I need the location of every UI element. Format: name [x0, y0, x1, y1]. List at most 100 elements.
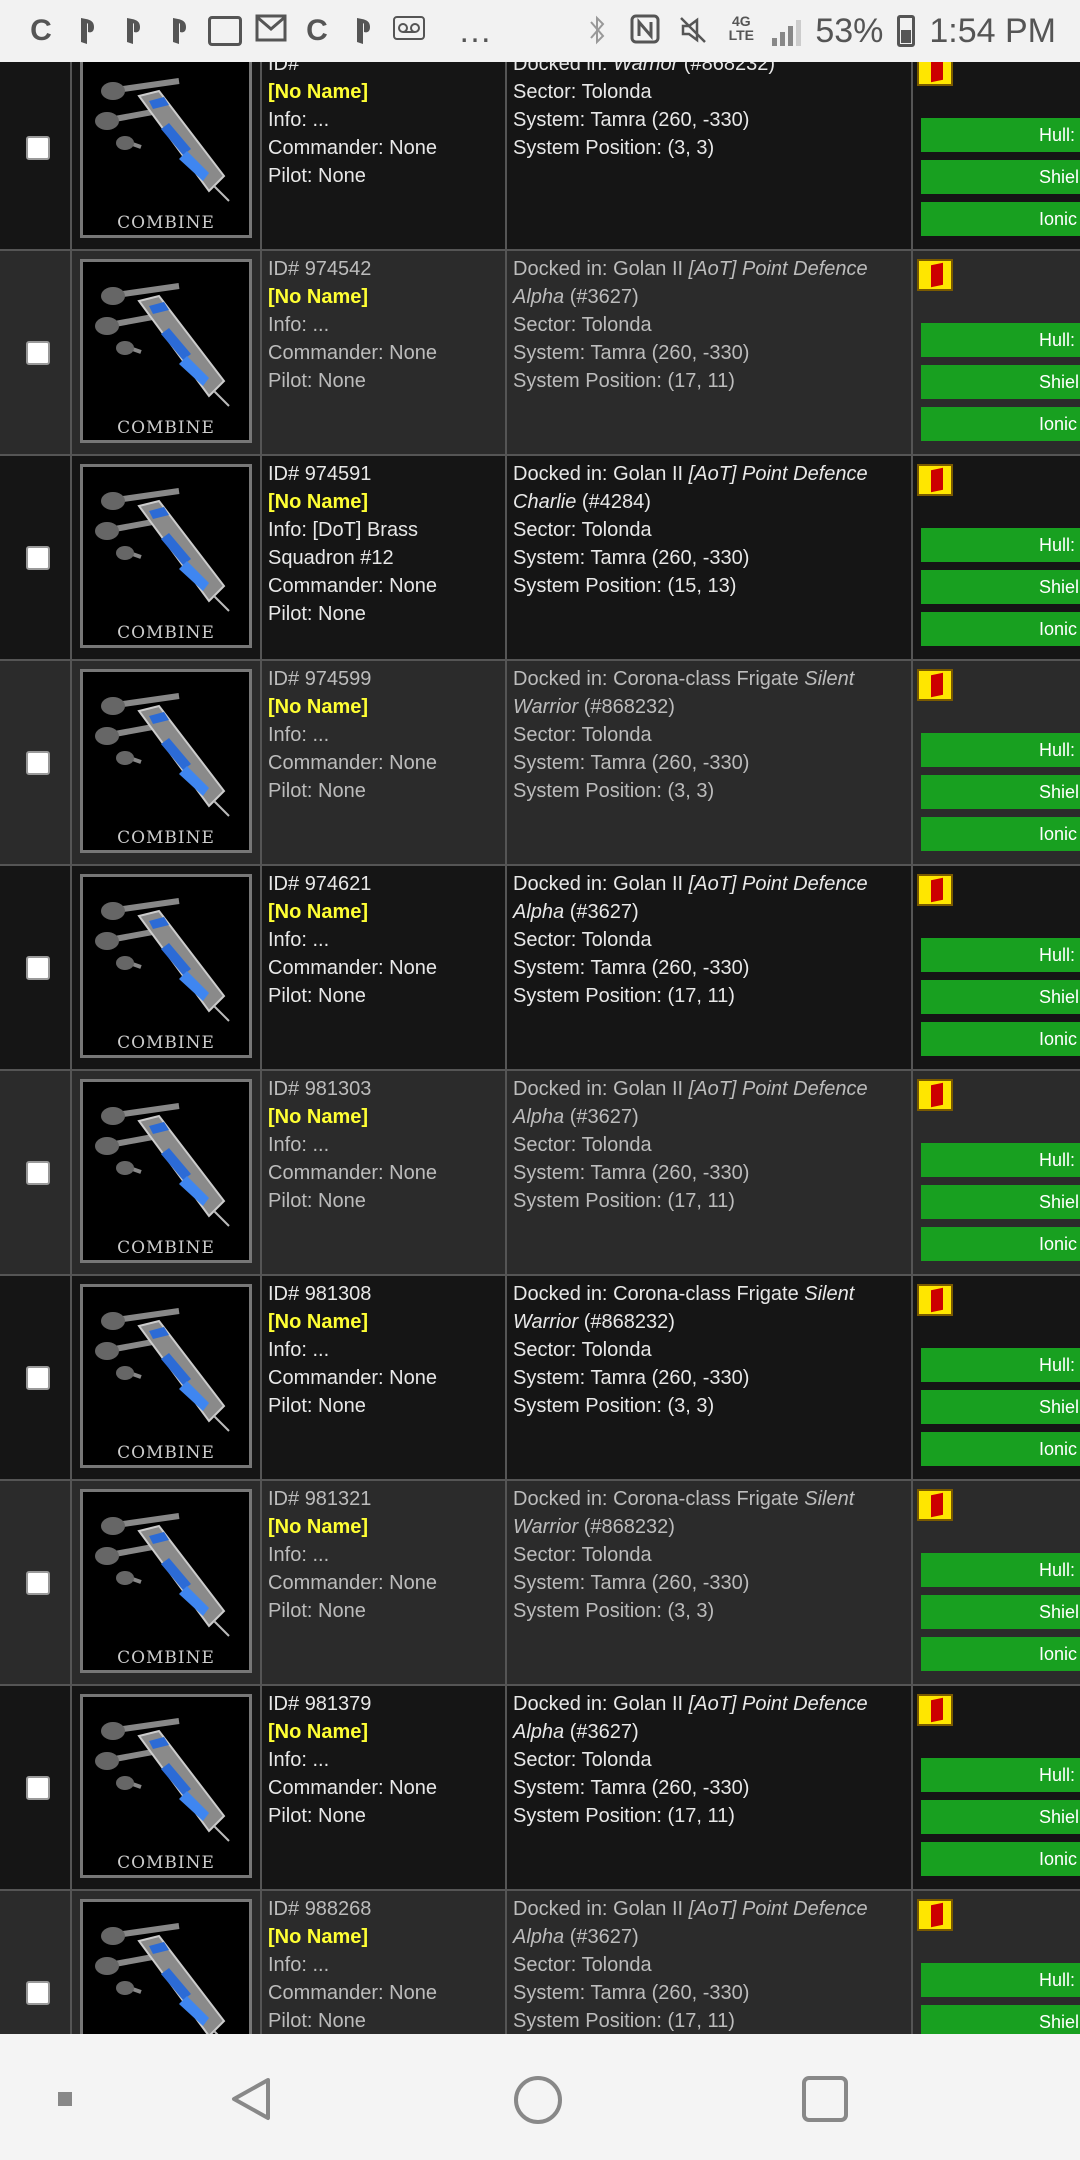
location-text: Docked in: Golan II [AoT] Point Defence … [513, 1690, 905, 1830]
system-value[interactable]: Tamra [590, 1162, 646, 1184]
docked-in-prefix[interactable]: Corona-class Frigate [613, 1488, 804, 1510]
docked-in-prefix[interactable]: Golan II [613, 1898, 689, 1920]
system-position-label: System Position: [513, 2010, 662, 2032]
docked-in-prefix[interactable]: Corona-class Frigate [613, 1283, 804, 1305]
system-value[interactable]: Tamra [590, 342, 646, 364]
docked-in-id: (#3627) [564, 901, 639, 923]
select-checkbox[interactable] [26, 1775, 50, 1800]
flag-icon[interactable] [917, 1284, 953, 1316]
sector-value[interactable]: Tolonda [582, 519, 652, 541]
sector-value[interactable]: Tolonda [582, 81, 652, 103]
docked-in-prefix[interactable]: Golan II [613, 1078, 689, 1100]
back-icon[interactable] [226, 2074, 276, 2129]
ship-image[interactable]: COMBINE [80, 62, 252, 238]
table-row: COMBINE ID# 981303 [No Name] Info: ... C… [0, 1071, 1080, 1276]
docked-in-prefix[interactable]: Golan II [613, 1693, 689, 1715]
flag-icon[interactable] [917, 1899, 953, 1931]
nfc-icon [628, 14, 662, 48]
system-value[interactable]: Tamra [590, 957, 646, 979]
flag-icon[interactable] [917, 259, 953, 291]
flag-icon[interactable] [917, 874, 953, 906]
ship-image[interactable]: COMBINE [80, 874, 252, 1058]
select-checkbox[interactable] [26, 1160, 50, 1185]
ship-image[interactable]: COMBINE [80, 1079, 252, 1263]
select-checkbox[interactable] [26, 545, 50, 570]
ship-name[interactable]: [No Name] [268, 901, 368, 923]
ship-list: COMBINE ID# [No Name] Info: ... Commande… [0, 62, 1080, 2034]
y-wing-icon [95, 898, 230, 1022]
ship-name[interactable]: [No Name] [268, 1311, 368, 1333]
system-value[interactable]: Tamra [590, 1367, 646, 1389]
flag-icon[interactable] [917, 669, 953, 701]
ship-id[interactable]: 988268 [305, 1898, 372, 1920]
docked-in-prefix[interactable]: Golan II [613, 463, 689, 485]
flag-icon[interactable] [917, 62, 953, 86]
ship-id[interactable]: 974542 [305, 258, 372, 280]
ship-id[interactable]: 974599 [305, 668, 372, 690]
system-value[interactable]: Tamra [590, 752, 646, 774]
ship-id[interactable]: 981303 [305, 1078, 372, 1100]
sector-value[interactable]: Tolonda [582, 314, 652, 336]
system-label: System: [513, 109, 586, 131]
ship-name[interactable]: [No Name] [268, 1106, 368, 1128]
docked-in-prefix[interactable]: Golan II [613, 258, 689, 280]
ship-name[interactable]: [No Name] [268, 81, 368, 103]
system-position-label: System Position: [513, 575, 662, 597]
ship-name[interactable]: [No Name] [268, 1926, 368, 1948]
flag-icon[interactable] [917, 1079, 953, 1111]
ship-name[interactable]: [No Name] [268, 491, 368, 513]
sector-value[interactable]: Tolonda [582, 1339, 652, 1361]
system-value[interactable]: Tamra [590, 1982, 646, 2004]
ship-image[interactable]: COMBINE [80, 259, 252, 443]
ship-image[interactable]: COMBINE [80, 1489, 252, 1673]
sector-label: Sector: [513, 1954, 577, 1976]
shield-bar: Shiel [921, 980, 1080, 1014]
flag-icon[interactable] [917, 1489, 953, 1521]
ship-id[interactable]: 974621 [305, 873, 372, 895]
select-checkbox[interactable] [26, 1980, 50, 2005]
system-value[interactable]: Tamra [590, 109, 646, 131]
ship-name[interactable]: [No Name] [268, 286, 368, 308]
ship-name[interactable]: [No Name] [268, 1721, 368, 1743]
ship-id[interactable]: 981308 [305, 1283, 372, 1305]
ship-image[interactable]: COMBINE [80, 464, 252, 648]
docked-in-name[interactable]: Warrior [613, 62, 678, 75]
playstation-icon [70, 14, 104, 48]
ship-image[interactable]: COMBINE [80, 1899, 252, 2034]
sector-value[interactable]: Tolonda [582, 1134, 652, 1156]
menu-dot-icon[interactable] [56, 2090, 74, 2113]
sector-value[interactable]: Tolonda [582, 724, 652, 746]
sector-value[interactable]: Tolonda [582, 1954, 652, 1976]
select-checkbox[interactable] [26, 340, 50, 365]
lte-icon: 4G LTE [728, 13, 755, 43]
ship-id[interactable]: 981321 [305, 1488, 372, 1510]
sector-value[interactable]: Tolonda [582, 1749, 652, 1771]
flag-icon[interactable] [917, 1694, 953, 1726]
system-value[interactable]: Tamra [590, 1777, 646, 1799]
ship-name[interactable]: [No Name] [268, 696, 368, 718]
select-checkbox[interactable] [26, 1365, 50, 1390]
docked-in-prefix[interactable]: Golan II [613, 873, 689, 895]
location-text: Docked in: Golan II [AoT] Point Defence … [513, 460, 905, 600]
select-checkbox[interactable] [26, 955, 50, 980]
recents-icon[interactable] [800, 2074, 850, 2129]
ship-image[interactable]: COMBINE [80, 669, 252, 853]
ship-image[interactable]: COMBINE [80, 1284, 252, 1468]
ship-id[interactable]: 981379 [305, 1693, 372, 1715]
flag-icon[interactable] [917, 464, 953, 496]
select-checkbox[interactable] [26, 135, 50, 160]
system-label: System: [513, 752, 586, 774]
ship-id[interactable]: 974591 [305, 463, 372, 485]
system-value[interactable]: Tamra [590, 1572, 646, 1594]
ionic-bar: Ionic [921, 407, 1080, 441]
more-notifications-icon: … [458, 11, 494, 50]
system-value[interactable]: Tamra [590, 547, 646, 569]
home-icon[interactable] [512, 2074, 564, 2131]
sector-value[interactable]: Tolonda [582, 929, 652, 951]
docked-in-prefix[interactable]: Corona-class Frigate [613, 668, 804, 690]
ship-name[interactable]: [No Name] [268, 1516, 368, 1538]
ship-image[interactable]: COMBINE [80, 1694, 252, 1878]
select-checkbox[interactable] [26, 1570, 50, 1595]
select-checkbox[interactable] [26, 750, 50, 775]
sector-value[interactable]: Tolonda [582, 1544, 652, 1566]
